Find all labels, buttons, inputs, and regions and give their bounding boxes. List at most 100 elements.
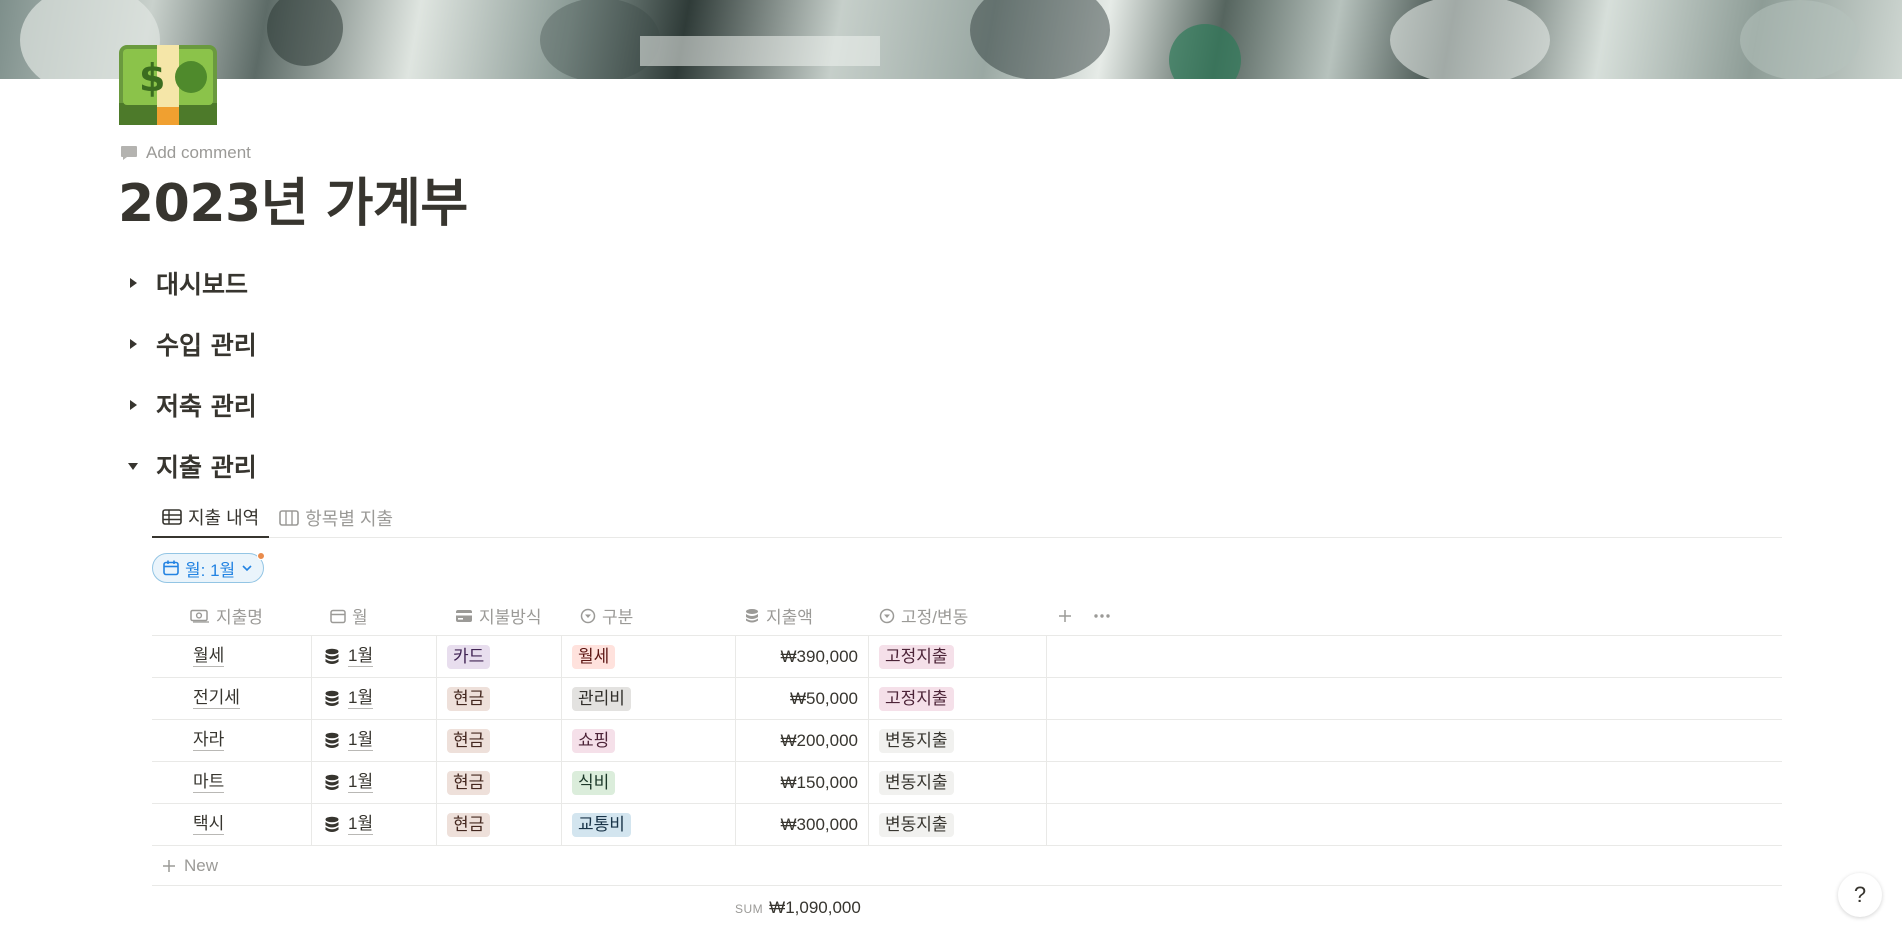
toggle-savings[interactable]: 저축 관리 (122, 388, 257, 422)
cell-expense-name[interactable]: 마트 (152, 761, 312, 804)
cell-expense-name[interactable]: 전기세 (152, 677, 312, 720)
cell-category[interactable]: 쇼핑 (562, 719, 736, 762)
payment-method-tag: 현금 (447, 812, 491, 837)
toggle-label: 지출 관리 (156, 453, 257, 482)
cell-fixed-variable[interactable]: 변동지출 (869, 719, 1047, 762)
cell-fixed-variable[interactable]: 변동지출 (869, 761, 1047, 804)
fixed-variable-tag: 고정지출 (879, 686, 954, 711)
page-cover[interactable] (0, 0, 1902, 79)
cell-month[interactable]: 1월 (312, 677, 437, 720)
expense-name[interactable]: 마트 (193, 772, 225, 793)
expense-name[interactable]: 전기세 (193, 688, 240, 709)
cell-empty (1047, 636, 1782, 678)
add-comment-button[interactable]: Add comment (120, 142, 251, 164)
sum-key: SUM (735, 902, 764, 916)
cell-payment-method[interactable]: 현금 (437, 719, 562, 762)
header-month[interactable]: 월 (312, 596, 437, 636)
cell-category[interactable]: 식비 (562, 761, 736, 804)
category-tag: 식비 (572, 770, 616, 795)
cell-month[interactable]: 1월 (312, 761, 437, 804)
money-bill-icon[interactable]: $ (119, 45, 217, 125)
header-expense-name[interactable]: 지출명 (152, 596, 312, 636)
header-fixed-variable[interactable]: 고정/변동 (869, 596, 1047, 636)
toggle-closed-icon[interactable] (122, 394, 144, 416)
calendar-icon (330, 609, 346, 623)
cell-amount[interactable]: ₩300,000 (736, 803, 869, 846)
cell-empty (1047, 720, 1782, 762)
month-relation[interactable]: 1월 (348, 688, 374, 709)
header-amount[interactable]: 지출액 (736, 596, 869, 636)
toggle-label: 대시보드 (156, 270, 249, 299)
toggle-closed-icon[interactable] (122, 333, 144, 355)
table-row[interactable]: 자라 1월 현금 쇼핑 ₩200,000 변동지출 (152, 719, 1782, 762)
month-relation[interactable]: 1월 (348, 814, 374, 835)
expense-name[interactable]: 월세 (193, 646, 225, 667)
cell-expense-name[interactable]: 자라 (152, 719, 312, 762)
table-row[interactable]: 마트 1월 현금 식비 ₩150,000 변동지출 (152, 761, 1782, 804)
more-options-icon[interactable] (1093, 613, 1111, 619)
database-icon (325, 774, 339, 790)
cell-amount[interactable]: ₩150,000 (736, 761, 869, 804)
table-row[interactable]: 전기세 1월 현금 관리비 ₩50,000 고정지출 (152, 677, 1782, 720)
filter-label: 월: 1월 (185, 560, 236, 580)
cell-fixed-variable[interactable]: 고정지출 (869, 677, 1047, 720)
tab-expense-list[interactable]: 지출 내역 (152, 498, 270, 538)
cell-category[interactable]: 관리비 (562, 677, 736, 720)
table-row[interactable]: 월세 1월 카드 월세 ₩390,000 고정지출 (152, 635, 1782, 678)
sum-value: ₩1,090,000 (769, 898, 861, 917)
cell-month[interactable]: 1월 (312, 803, 437, 846)
cell-expense-name[interactable]: 택시 (152, 803, 312, 846)
database-icon (325, 732, 339, 748)
header-label: 월 (352, 608, 368, 627)
table-row[interactable]: 택시 1월 현금 교통비 ₩300,000 변동지출 (152, 803, 1782, 846)
payment-method-tag: 카드 (447, 644, 491, 669)
add-property-icon[interactable] (1057, 608, 1073, 624)
cell-payment-method[interactable]: 카드 (437, 635, 562, 678)
expense-name[interactable]: 자라 (193, 730, 225, 751)
month-relation[interactable]: 1월 (348, 772, 374, 793)
amount-value: ₩50,000 (789, 688, 858, 708)
toggle-expenses[interactable]: 지출 관리 (122, 449, 257, 483)
expense-table: 지출명 월 지불방식 구분 지출액 고정/변동 월세 1월 카드 월세 ₩390… (152, 596, 1782, 886)
cell-amount[interactable]: ₩390,000 (736, 635, 869, 678)
select-icon (879, 608, 895, 623)
table-header: 지출명 월 지불방식 구분 지출액 고정/변동 (152, 596, 1782, 636)
fixed-variable-tag: 변동지출 (879, 728, 954, 753)
header-actions (1047, 608, 1111, 624)
cell-payment-method[interactable]: 현금 (437, 761, 562, 804)
expense-name[interactable]: 택시 (193, 814, 225, 835)
toggle-closed-icon[interactable] (122, 272, 144, 294)
header-label: 지불방식 (479, 608, 542, 627)
month-filter-button[interactable]: 월: 1월 (152, 552, 266, 583)
header-payment-method[interactable]: 지불방식 (437, 596, 562, 636)
add-new-row-button[interactable]: New (152, 846, 1782, 886)
toggle-income[interactable]: 수입 관리 (122, 327, 257, 361)
cell-payment-method[interactable]: 현금 (437, 677, 562, 720)
fixed-variable-tag: 변동지출 (879, 812, 954, 837)
cell-amount[interactable]: ₩200,000 (736, 719, 869, 762)
header-category[interactable]: 구분 (562, 596, 736, 636)
view-tabs: 지출 내역 항목별 지출 (152, 498, 1782, 538)
rollup-icon (746, 608, 758, 622)
cell-category[interactable]: 월세 (562, 635, 736, 678)
cell-fixed-variable[interactable]: 고정지출 (869, 635, 1047, 678)
toggle-open-icon[interactable] (122, 455, 144, 477)
cell-category[interactable]: 교통비 (562, 803, 736, 846)
amount-sum[interactable]: SUM ₩1,090,000 (735, 898, 861, 918)
page-title[interactable]: 2023년 가계부 (118, 172, 468, 236)
month-relation[interactable]: 1월 (348, 730, 374, 751)
category-tag: 관리비 (572, 686, 631, 711)
cell-expense-name[interactable]: 월세 (152, 635, 312, 678)
toggle-label: 수입 관리 (156, 331, 257, 360)
help-button[interactable]: ? (1838, 873, 1882, 917)
cell-month[interactable]: 1월 (312, 719, 437, 762)
cell-fixed-variable[interactable]: 변동지출 (869, 803, 1047, 846)
cell-amount[interactable]: ₩50,000 (736, 677, 869, 720)
svg-text:$: $ (139, 56, 165, 100)
tab-expense-by-category[interactable]: 항목별 지출 (269, 498, 403, 538)
cell-payment-method[interactable]: 현금 (437, 803, 562, 846)
toggle-dashboard[interactable]: 대시보드 (122, 266, 248, 300)
fixed-variable-tag: 고정지출 (879, 644, 954, 669)
cell-month[interactable]: 1월 (312, 635, 437, 678)
month-relation[interactable]: 1월 (348, 646, 374, 667)
